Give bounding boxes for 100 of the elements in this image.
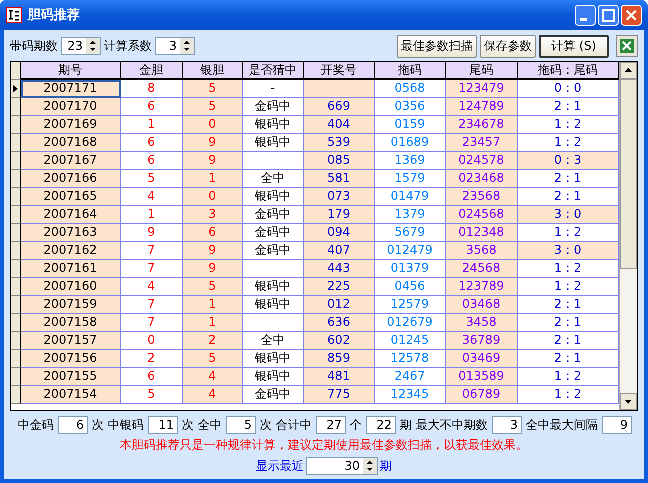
table-cell: 03469 bbox=[446, 350, 518, 368]
table-cell: 9 bbox=[183, 134, 243, 152]
table-cell: 2007171 bbox=[21, 80, 121, 98]
table-cell: 01479 bbox=[375, 188, 446, 206]
table-cell: 2007161 bbox=[21, 260, 121, 278]
table-cell: 7 bbox=[121, 260, 183, 278]
row-selector[interactable] bbox=[11, 134, 21, 152]
row-selector[interactable] bbox=[11, 80, 21, 98]
table-cell: 2007170 bbox=[21, 98, 121, 116]
scroll-down-icon[interactable] bbox=[620, 393, 637, 410]
table-cell: 2467 bbox=[375, 368, 446, 386]
table-cell: 1 bbox=[183, 170, 243, 188]
table-cell: 2007155 bbox=[21, 368, 121, 386]
row-selector[interactable] bbox=[11, 386, 21, 404]
table-cell: 1379 bbox=[375, 206, 446, 224]
stat-field: 11 bbox=[148, 416, 178, 434]
row-selector[interactable] bbox=[11, 224, 21, 242]
table-cell: 7 bbox=[121, 314, 183, 332]
table-cell: 1 bbox=[121, 206, 183, 224]
column-header[interactable]: 金胆 bbox=[121, 62, 183, 80]
table-cell: 6 bbox=[183, 224, 243, 242]
row-selector[interactable] bbox=[11, 206, 21, 224]
table-cell: 775 bbox=[304, 386, 375, 404]
table-cell: 1 bbox=[183, 314, 243, 332]
table-cell: 024578 bbox=[446, 152, 518, 170]
scroll-thumb[interactable] bbox=[620, 79, 637, 269]
table-cell: 2007167 bbox=[21, 152, 121, 170]
table-cell: 123789 bbox=[446, 278, 518, 296]
toolbar-button[interactable]: 最佳参数扫描 bbox=[397, 34, 477, 58]
column-header[interactable]: 开奖号 bbox=[304, 62, 375, 80]
spin-arrows-icon[interactable] bbox=[363, 458, 377, 474]
scrollbar[interactable] bbox=[619, 62, 637, 410]
recent-unit: 期 bbox=[380, 458, 392, 474]
spin-arrows-icon[interactable] bbox=[180, 38, 194, 54]
spin-arrows-icon[interactable] bbox=[86, 38, 100, 54]
minimize-icon[interactable] bbox=[575, 4, 596, 26]
row-selector[interactable] bbox=[11, 116, 21, 134]
table-cell: 5 bbox=[183, 80, 243, 98]
column-header[interactable]: 尾码 bbox=[446, 62, 518, 80]
column-header[interactable]: 是否猜中 bbox=[243, 62, 304, 80]
table-cell: 859 bbox=[304, 350, 375, 368]
window-title: 胆码推荐 bbox=[28, 7, 80, 24]
table-cell: 1 bbox=[121, 116, 183, 134]
table-cell bbox=[304, 80, 375, 98]
table-cell: 银码中 bbox=[243, 278, 304, 296]
header-corner[interactable] bbox=[11, 62, 21, 80]
table-cell: 179 bbox=[304, 206, 375, 224]
table-cell: 2：1 bbox=[518, 170, 619, 188]
spreadsheet-icon[interactable] bbox=[616, 35, 638, 57]
table-cell: 6 bbox=[121, 98, 183, 116]
table-cell: 6 bbox=[121, 152, 183, 170]
close-icon[interactable] bbox=[621, 4, 642, 26]
table-cell: 5 bbox=[121, 386, 183, 404]
table-cell: 225 bbox=[304, 278, 375, 296]
stat-label: 全中最大间隔 bbox=[526, 416, 598, 434]
column-header[interactable]: 银胆 bbox=[183, 62, 243, 80]
column-header[interactable]: 拖码：尾码 bbox=[518, 62, 619, 80]
row-selector[interactable] bbox=[11, 332, 21, 350]
table-cell: 0568 bbox=[375, 80, 446, 98]
recent-spinner[interactable]: 30 bbox=[306, 457, 378, 475]
row-selector[interactable] bbox=[11, 314, 21, 332]
row-selector[interactable] bbox=[11, 278, 21, 296]
table-cell: 2：1 bbox=[518, 332, 619, 350]
table-cell: 124789 bbox=[446, 98, 518, 116]
table-cell: 012479 bbox=[375, 242, 446, 260]
table-cell: - bbox=[243, 80, 304, 98]
row-selector[interactable] bbox=[11, 188, 21, 206]
row-selector[interactable] bbox=[11, 296, 21, 314]
table-cell: 2007157 bbox=[21, 332, 121, 350]
table-cell: 4 bbox=[183, 386, 243, 404]
table-cell bbox=[243, 260, 304, 278]
row-selector[interactable] bbox=[11, 260, 21, 278]
row-selector[interactable] bbox=[11, 350, 21, 368]
table-cell: 金码中 bbox=[243, 224, 304, 242]
coefficient-spinner[interactable]: 3 bbox=[155, 37, 195, 55]
table-cell: 013589 bbox=[446, 368, 518, 386]
table-cell: 12345 bbox=[375, 386, 446, 404]
period-count-spinner[interactable]: 23 bbox=[61, 37, 101, 55]
table-cell: 2007156 bbox=[21, 350, 121, 368]
table-cell: 4 bbox=[183, 368, 243, 386]
scroll-up-icon[interactable] bbox=[620, 62, 637, 79]
table-cell: 012679 bbox=[375, 314, 446, 332]
table-cell: 123479 bbox=[446, 80, 518, 98]
row-selector[interactable] bbox=[11, 242, 21, 260]
maximize-icon[interactable] bbox=[598, 4, 619, 26]
row-selector[interactable] bbox=[11, 152, 21, 170]
column-header[interactable]: 期号 bbox=[21, 62, 121, 80]
table-cell: 2：1 bbox=[518, 98, 619, 116]
table-cell: 581 bbox=[304, 170, 375, 188]
toolbar-button[interactable]: 计算 (S) bbox=[539, 34, 609, 58]
stat-field: 22 bbox=[366, 416, 396, 434]
table-cell: 2007154 bbox=[21, 386, 121, 404]
row-selector[interactable] bbox=[11, 368, 21, 386]
column-header[interactable]: 拖码 bbox=[375, 62, 446, 80]
row-selector[interactable] bbox=[11, 170, 21, 188]
table-cell: 1：2 bbox=[518, 260, 619, 278]
row-selector[interactable] bbox=[11, 98, 21, 116]
table-cell: 085 bbox=[304, 152, 375, 170]
table-cell: 443 bbox=[304, 260, 375, 278]
toolbar-button[interactable]: 保存参数 bbox=[480, 34, 536, 58]
